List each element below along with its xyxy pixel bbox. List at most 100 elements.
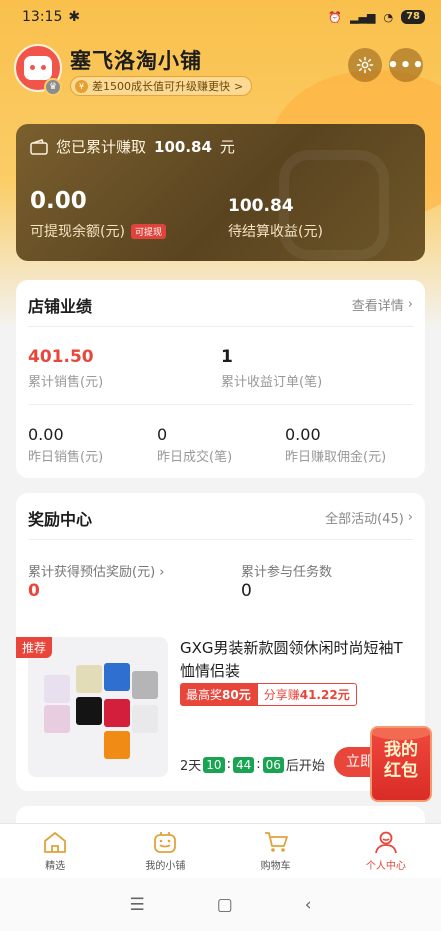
earnings-title-unit: 元: [219, 138, 235, 156]
max-reward-value: 80元: [222, 688, 251, 702]
share-earn-label: 分享赚: [263, 688, 300, 702]
signal-icon: ▂▄▆: [350, 10, 376, 24]
countdown-seconds: 06: [262, 756, 284, 773]
home-icon: [44, 832, 67, 853]
earnings-title: 您已累计赚取 100.84 元: [30, 136, 235, 157]
bottom-tab-bar: 精选 我的小铺 购物车 个人中心: [0, 823, 441, 878]
earnings-title-amount: 100.84: [154, 137, 212, 156]
tshirt-image: [132, 705, 158, 733]
earnings-decoration: [279, 150, 389, 260]
performance-title: 店铺业绩: [28, 297, 93, 316]
tshirt-image: [44, 675, 70, 703]
person-icon: [374, 831, 397, 854]
yesterday-deals-value: 0: [157, 425, 168, 444]
max-reward-label: 最高奖: [186, 688, 223, 702]
estimated-reward-label[interactable]: 累计获得预估奖励(元) ›: [28, 561, 165, 580]
alarm-icon: ⏰: [328, 10, 343, 24]
estimated-reward-label-text: 累计获得预估奖励(元): [28, 565, 156, 580]
earnings-card[interactable]: 您已累计赚取 100.84 元 0.00 可提现余额(元) 可提现 100.84…: [16, 124, 425, 261]
tasks-joined-value: 0: [241, 581, 252, 601]
share-earn-tag: 分享赚41.22元: [256, 683, 357, 706]
shop-mascot-icon: [154, 832, 177, 853]
shop-performance-card: 店铺业绩 查看详情 › 401.50 累计销售(元) 1 累计收益订单(笔) 0…: [16, 280, 425, 478]
all-activities-label: 全部活动(45): [325, 512, 404, 527]
tab-profile[interactable]: 个人中心: [331, 824, 441, 878]
countdown-colon: :: [226, 757, 231, 772]
coin-icon: ¥: [75, 79, 88, 93]
total-sales-label: 累计销售(元): [28, 375, 104, 390]
growth-tip-tag[interactable]: ¥ 差1500成长值可升级赚更快 >: [70, 76, 253, 96]
mascot-icon: [24, 56, 52, 80]
divider: [28, 404, 413, 405]
status-bar: 13:15 ✱ ⏰ ▂▄▆ ◔ 78: [0, 0, 441, 34]
countdown-days: 2天: [180, 759, 202, 774]
withdrawable-balance-value: 0.00: [30, 188, 87, 214]
pending-earnings-value: 100.84: [228, 196, 294, 216]
status-time: 13:15: [22, 9, 63, 25]
back-icon[interactable]: ‹: [305, 895, 312, 915]
countdown: 2天 10 : 44 : 06 后开始: [180, 755, 325, 774]
tshirt-image: [104, 699, 130, 727]
battery-icon: 78: [401, 10, 425, 24]
reward-center-title: 奖励中心: [28, 510, 93, 529]
countdown-hours: 10: [203, 756, 225, 773]
red-packet-line1: 我的: [384, 740, 418, 760]
my-red-packet-button[interactable]: 我的 红包: [370, 726, 432, 802]
recommend-badge: 推荐: [16, 637, 53, 658]
tab-label: 精选: [45, 861, 66, 872]
settings-button[interactable]: [348, 48, 382, 82]
yesterday-deals-label: 昨日成交(笔): [157, 450, 233, 465]
reward-center-card: 奖励中心 全部活动(45) › 累计获得预估奖励(元) › 0 累计参与任务数 …: [16, 493, 425, 791]
countdown-suffix: 后开始: [285, 759, 325, 774]
tshirt-image: [104, 663, 130, 691]
tshirt-image: [44, 705, 70, 733]
tab-my-shop[interactable]: 我的小铺: [110, 824, 220, 878]
pending-earnings-label: 待结算收益(元): [228, 224, 323, 240]
red-packet-line2: 红包: [384, 761, 418, 781]
total-sales-value: 401.50: [28, 347, 94, 367]
tshirt-image: [76, 665, 102, 693]
countdown-minutes: 44: [232, 756, 255, 773]
bluetooth-icon: ✱: [68, 9, 81, 25]
wallet-icon: [30, 138, 48, 155]
share-earn-value: 41.22元: [299, 688, 350, 702]
more-dots-icon: •••: [387, 54, 425, 76]
yesterday-sales-value: 0.00: [28, 425, 64, 444]
chevron-right-icon: ›: [407, 510, 413, 525]
tshirt-image: [132, 671, 158, 699]
total-orders-value: 1: [221, 347, 233, 367]
product-title[interactable]: GXG男装新款圆领休闲时尚短袖T恤情侣装: [180, 637, 416, 683]
estimated-reward-value: 0: [28, 581, 40, 601]
tab-label: 购物车: [260, 861, 291, 872]
all-activities-link[interactable]: 全部活动(45) ›: [325, 508, 413, 527]
tshirt-image: [104, 731, 130, 759]
chevron-right-icon: ›: [407, 297, 413, 312]
home-square-icon[interactable]: ▢: [217, 895, 233, 915]
tshirt-image: [76, 697, 102, 725]
menu-icon[interactable]: ☰: [129, 895, 144, 915]
product-reward-tags: 最高奖80元 分享赚41.22元: [180, 683, 357, 706]
tab-cart[interactable]: 购物车: [221, 824, 331, 878]
withdrawable-balance-label: 可提现余额(元): [30, 224, 125, 240]
withdraw-tag[interactable]: 可提现: [130, 223, 166, 239]
countdown-colon: :: [256, 757, 261, 772]
chevron-right-icon: ›: [159, 565, 165, 580]
more-button[interactable]: •••: [387, 48, 425, 82]
cart-icon: [264, 832, 288, 852]
divider: [28, 326, 413, 327]
tab-label: 个人中心: [365, 861, 406, 872]
tab-label: 我的小铺: [145, 861, 186, 872]
tab-featured[interactable]: 精选: [0, 824, 110, 878]
shop-name: 塞飞洛淘小铺: [70, 49, 202, 73]
performance-details-link[interactable]: 查看详情 ›: [352, 295, 413, 314]
wifi-icon: ◔: [383, 10, 394, 24]
gear-icon: [356, 56, 374, 74]
earnings-title-prefix: 您已累计赚取: [56, 138, 147, 156]
yesterday-commission-value: 0.00: [285, 425, 321, 444]
tasks-joined-label: 累计参与任务数: [241, 565, 333, 580]
growth-tip-text: 差1500成长值可升级赚更快: [92, 80, 230, 93]
divider: [28, 539, 413, 540]
details-link-label: 查看详情: [351, 299, 404, 314]
product-image[interactable]: [28, 637, 168, 777]
level-badge-icon: ♛: [44, 78, 62, 96]
